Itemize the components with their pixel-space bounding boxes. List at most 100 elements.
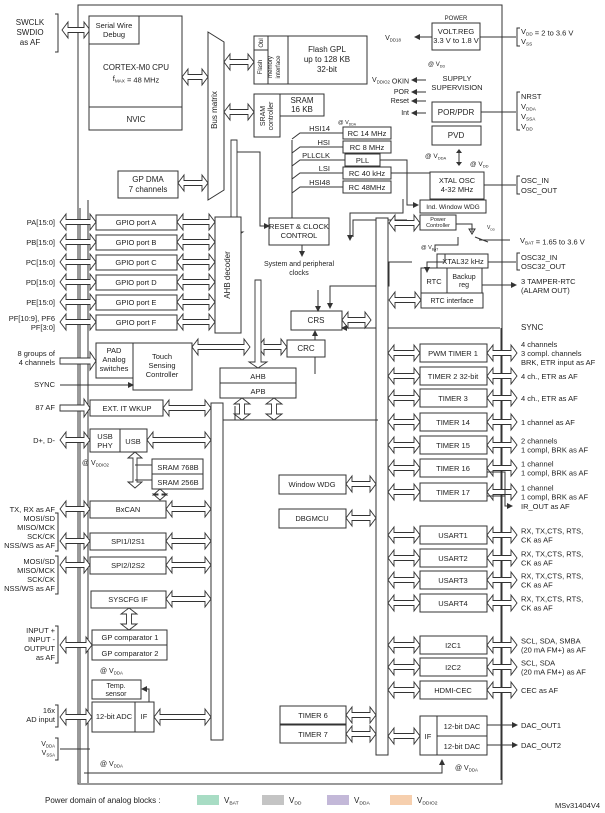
right-peripheral-pin-label: CK as AF — [521, 581, 553, 590]
right-peripheral-label: I2C2 — [445, 663, 461, 672]
sram-controller-label: SRAM — [260, 106, 267, 126]
right-peripheral-pin-label: 1 channel — [521, 460, 554, 469]
comparator-arrow-icon — [59, 635, 93, 655]
pad-analog-label: switches — [100, 364, 129, 373]
timer7-label: TIMER 7 — [298, 730, 328, 739]
supervision-pin-label: NRST — [521, 92, 542, 101]
volt-reg-label: 3.3 V to 1.8 V — [433, 36, 478, 45]
legend-title: Power domain of analog blocks : — [45, 796, 161, 805]
ahb-label: AHB — [250, 372, 265, 381]
right-peripheral-label: USART1 — [438, 531, 467, 540]
right-peripheral-pin-label: 4 ch., ETR as AF — [521, 394, 578, 403]
dac-if-label: IF — [425, 732, 432, 741]
right-peripheral-label: I2C1 — [445, 641, 461, 650]
usb-sram-768-label: SRAM 768B — [157, 463, 198, 472]
left-peripheral-pin-label: NSS/WS as AF — [4, 584, 55, 593]
rtc-interface-label: RTC interface — [430, 298, 473, 305]
timer6-label: TIMER 6 — [298, 711, 328, 720]
legend-label: VBAT — [224, 796, 239, 807]
syscfg-label: SYSCFG IF — [108, 595, 148, 604]
gpio-pin-label: PE[15:0] — [26, 298, 55, 307]
flash-iface-label: interface — [276, 55, 282, 79]
vdd-range-label: VDD = 2 to 3.6 V — [521, 27, 573, 38]
gpio-pin-label: PA[15:0] — [27, 218, 55, 227]
right-peripheral-pin-label: RX, TX,CTS, RTS, — [521, 550, 583, 559]
right-peripheral-pin-label: (20 mA FM+) as AF — [521, 668, 586, 677]
figure-id: MSv31404V4 — [555, 801, 600, 810]
dac1-label: 12-bit DAC — [444, 722, 481, 731]
flash-iface-label: Flash — [258, 60, 264, 75]
gpio-label: GPIO port F — [116, 318, 157, 327]
apb-bus-left — [210, 402, 224, 741]
legend-label: VDDA — [354, 796, 370, 807]
right-peripheral-pin-label: RX, TX,CTS, RTS, — [521, 572, 583, 581]
ir-out-label: IR_OUT as AF — [521, 502, 570, 511]
adc-pin-label: AD input — [26, 715, 56, 724]
legend-swatch — [262, 795, 284, 805]
exti-label: EXT. IT WKUP — [102, 404, 151, 413]
touch-groups-label: 8 groups of — [17, 349, 55, 358]
xtal-osc-label: XTAL OSC — [439, 176, 476, 185]
nvic-label: NVIC — [126, 115, 145, 124]
right-peripheral-pin-label: 1 channel — [521, 484, 554, 493]
right-peripheral-pin-label: RX, TX,CTS, RTS, — [521, 595, 583, 604]
touch-sync-label: SYNC — [34, 380, 55, 389]
pad-analog-label: Analog — [102, 355, 125, 364]
clock-source-label: RC 8 MHz — [350, 143, 385, 152]
right-peripheral-pin-label: 3 compl. channels — [521, 349, 582, 358]
adc-supply-bracket — [55, 737, 59, 761]
legend-swatch — [390, 795, 412, 805]
usb-phy-label: PHY — [97, 441, 112, 450]
right-peripheral-label: USART4 — [438, 599, 467, 608]
exti-pin-label: 87 AF — [35, 403, 55, 412]
flash-main-label: up to 128 KB — [304, 55, 350, 64]
sync-label: SYNC — [521, 323, 543, 332]
left-peripheral-pin-label: MOSI/SD — [23, 557, 55, 566]
usb-pin-arrow-icon — [59, 430, 91, 450]
left-peripheral-pin-label: MISO/MCK — [17, 566, 55, 575]
dac-out2-label: DAC_OUT2 — [521, 741, 561, 750]
volt-reg-label: VOLT.REG — [438, 27, 475, 36]
clock-source-label: RC 48MHz — [349, 183, 386, 192]
osc32-pin-label: OSC32_IN — [521, 253, 557, 262]
right-peripheral-label: USART2 — [438, 554, 467, 563]
supervision-pin-bracket — [516, 91, 520, 131]
comparator-2-label: GP comparator 2 — [102, 649, 159, 658]
reset-clock-control-label: RESET & CLOCK — [269, 222, 329, 231]
right-peripheral-pin-label: SCL, SDA — [521, 659, 555, 668]
left-peripheral-bracket — [55, 512, 59, 552]
right-peripheral-pin-label: RX, TX,CTS, RTS, — [521, 527, 583, 536]
vdd-bracket — [516, 27, 520, 47]
swd-pin-label: as AF — [20, 38, 41, 47]
left-peripheral-pin-label: NSS/WS as AF — [4, 541, 55, 550]
flash-main-label: 32-bit — [317, 65, 338, 74]
right-peripheral-pin-label: 4 ch., ETR as AF — [521, 372, 578, 381]
osc-bracket — [516, 175, 520, 195]
bus-matrix-label: Bus matrix — [210, 91, 219, 129]
right-peripheral-pin-label: BRK, ETR input as AF — [521, 358, 596, 367]
crc-label: CRC — [297, 344, 315, 353]
right-peripheral-pin-label: 2 channels — [521, 437, 558, 446]
backup-reg-label: Backup — [452, 274, 475, 281]
clock-signal-label: LSI — [319, 164, 330, 173]
swd-arrow-icon — [61, 20, 91, 40]
temp-sensor-label: sensor — [105, 691, 127, 698]
backup-reg-label: reg — [459, 282, 469, 289]
osc32-pin-label: OSC32_OUT — [521, 262, 566, 271]
comparator-pin-label: as AF — [36, 653, 56, 662]
dbgmcu-label: DBGMCU — [295, 514, 328, 523]
adc-if-label: IF — [141, 712, 148, 721]
supervision-pin-label: VDDA — [521, 102, 537, 112]
legend-swatch — [327, 795, 349, 805]
left-peripheral-pin-label: SCK/CK — [27, 532, 55, 541]
dac-out1-label: DAC_OUT1 — [521, 721, 561, 730]
left-peripheral-pin-arrow-icon — [59, 499, 91, 519]
tamper-label: 3 TAMPER-RTC — [521, 277, 576, 286]
left-peripheral-pin-arrow-icon — [59, 555, 91, 575]
gpio-pin-label: PD[15:0] — [26, 278, 55, 287]
left-peripheral-bracket — [55, 555, 59, 595]
left-peripheral-pin-label: MOSI/SD — [23, 514, 55, 523]
legend-swatch — [197, 795, 219, 805]
gpio-pin-label: PF[3:0] — [31, 323, 55, 332]
osc32-bracket — [516, 252, 520, 271]
